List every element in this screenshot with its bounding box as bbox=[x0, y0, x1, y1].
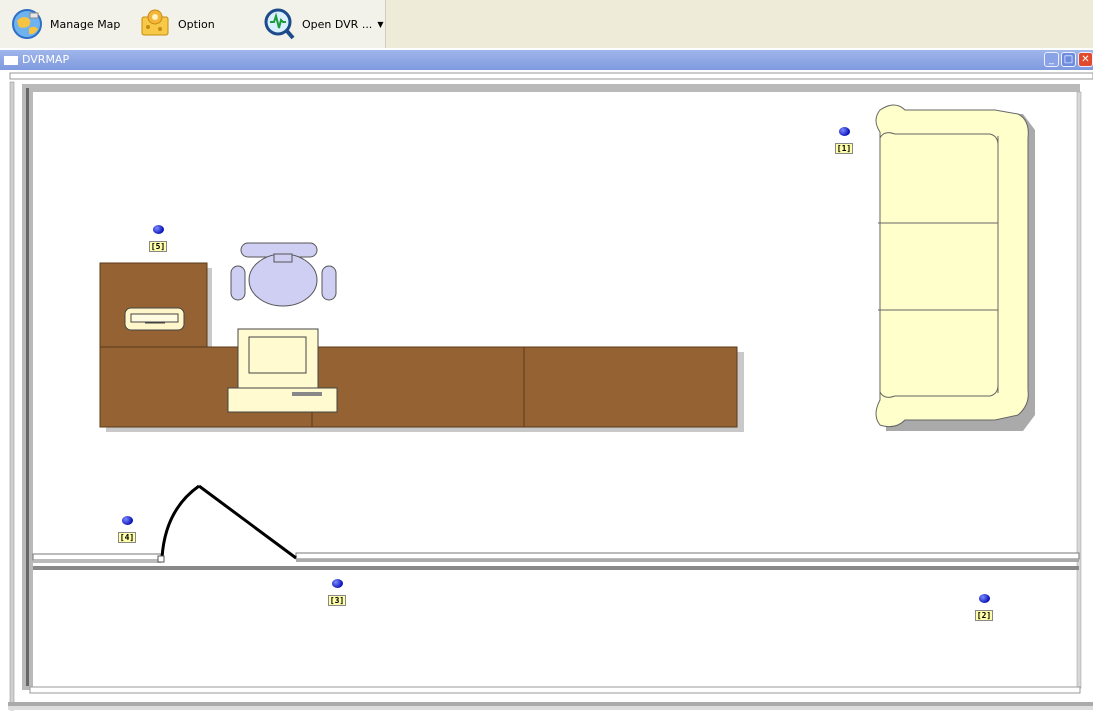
camera-label-5: [5] bbox=[148, 241, 168, 252]
camera-icon bbox=[838, 127, 850, 136]
close-icon[interactable]: ✕ bbox=[1078, 52, 1093, 67]
option-button[interactable]: Option bbox=[138, 6, 215, 42]
toolbar-empty-area bbox=[386, 0, 1093, 48]
printer bbox=[124, 307, 185, 331]
window-titlebar: DVRMAP _ □ ✕ bbox=[0, 50, 1093, 70]
floor-map: [1] [2] [3] [4] [5] bbox=[0, 70, 1093, 715]
floor-plan bbox=[8, 72, 1093, 711]
camera-icon bbox=[121, 516, 133, 525]
camera-label-3: [3] bbox=[327, 595, 347, 606]
door bbox=[157, 484, 297, 563]
option-label: Option bbox=[178, 17, 215, 31]
open-dvr-icon bbox=[264, 8, 295, 40]
option-icon bbox=[141, 9, 169, 36]
window-title: DVRMAP bbox=[22, 53, 70, 66]
camera-label-1: [1] bbox=[834, 143, 854, 154]
camera-icon bbox=[331, 579, 343, 588]
manage-map-icon bbox=[12, 9, 42, 39]
chair bbox=[230, 242, 337, 307]
toolbar: Manage Map Option Open DVR ... ▼ bbox=[0, 0, 386, 48]
camera-marker-4[interactable]: [4] bbox=[115, 516, 139, 544]
camera-marker-3[interactable]: [3] bbox=[325, 579, 349, 607]
camera-marker-2[interactable]: [2] bbox=[972, 594, 996, 622]
camera-marker-1[interactable]: [1] bbox=[832, 127, 856, 155]
minimize-icon[interactable]: _ bbox=[1044, 52, 1059, 67]
chevron-down-icon[interactable]: ▼ bbox=[377, 20, 383, 29]
camera-label-2: [2] bbox=[974, 610, 994, 621]
open-dvr-label: Open DVR ... bbox=[302, 17, 373, 31]
manage-map-label: Manage Map bbox=[50, 17, 121, 31]
camera-icon bbox=[152, 225, 164, 234]
camera-label-4: [4] bbox=[117, 532, 137, 543]
camera-icon bbox=[978, 594, 990, 603]
sofa bbox=[875, 104, 1035, 431]
manage-map-button[interactable]: Manage Map bbox=[10, 6, 120, 42]
desk bbox=[99, 262, 744, 432]
camera-marker-5[interactable]: [5] bbox=[146, 225, 170, 253]
maximize-icon[interactable]: □ bbox=[1061, 52, 1076, 67]
open-dvr-button[interactable]: Open DVR ... ▼ bbox=[262, 6, 383, 42]
window-icon bbox=[4, 56, 18, 65]
